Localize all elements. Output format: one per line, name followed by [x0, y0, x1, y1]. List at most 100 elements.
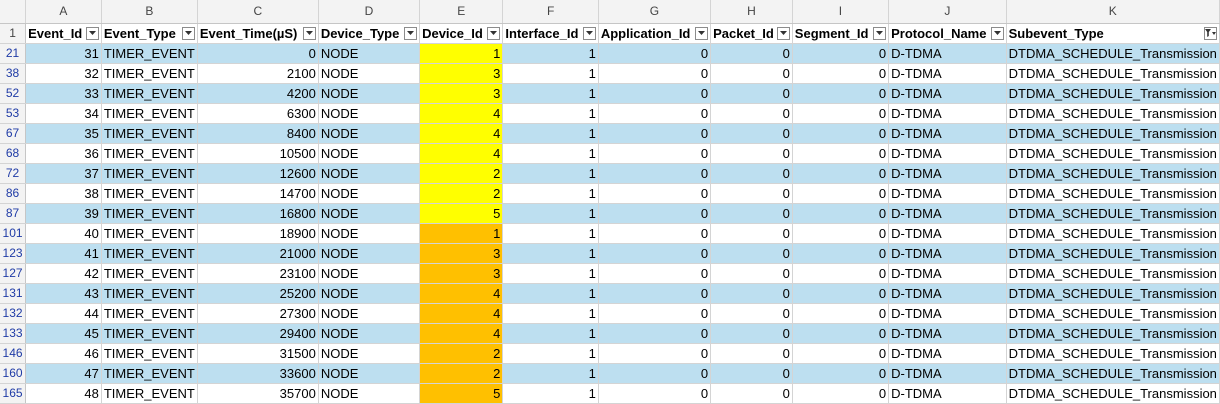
header-cell[interactable]: Application_Id [598, 23, 712, 44]
table-cell[interactable]: TIMER_EVENT [101, 203, 198, 224]
table-cell[interactable]: 0 [792, 323, 890, 344]
table-cell[interactable]: 0 [197, 43, 319, 64]
table-cell[interactable]: 4 [419, 303, 504, 324]
row-number[interactable]: 132 [0, 303, 27, 324]
table-cell[interactable]: NODE [318, 103, 421, 124]
table-cell[interactable]: DTDMA_SCHEDULE_Transmission [1006, 323, 1220, 344]
header-cell[interactable]: Event_Id [25, 23, 102, 44]
table-cell[interactable]: 16800 [197, 203, 319, 224]
table-cell[interactable]: 45 [25, 323, 102, 344]
table-cell[interactable]: 0 [598, 343, 712, 364]
table-cell[interactable]: NODE [318, 363, 421, 384]
table-cell[interactable]: 33600 [197, 363, 319, 384]
table-cell[interactable]: 27300 [197, 303, 319, 324]
table-cell[interactable]: 0 [792, 383, 890, 404]
table-cell[interactable]: 1 [419, 223, 504, 244]
table-cell[interactable]: NODE [318, 223, 421, 244]
table-cell[interactable]: 1 [502, 123, 599, 144]
table-cell[interactable]: NODE [318, 343, 421, 364]
table-cell[interactable]: 0 [792, 63, 890, 84]
table-cell[interactable]: NODE [318, 143, 421, 164]
table-cell[interactable]: 2 [419, 363, 504, 384]
filter-dropdown-icon[interactable] [85, 26, 99, 40]
table-cell[interactable]: D-TDMA [888, 323, 1007, 344]
table-cell[interactable]: DTDMA_SCHEDULE_Transmission [1006, 343, 1220, 364]
table-cell[interactable]: 0 [710, 123, 793, 144]
table-cell[interactable]: 0 [710, 243, 793, 264]
header-cell[interactable]: Interface_Id [502, 23, 599, 44]
table-cell[interactable]: D-TDMA [888, 203, 1007, 224]
row-number[interactable]: 87 [0, 203, 27, 224]
table-cell[interactable]: 40 [25, 223, 102, 244]
table-cell[interactable]: TIMER_EVENT [101, 43, 198, 64]
table-cell[interactable]: 0 [598, 283, 712, 304]
row-number[interactable]: 21 [0, 43, 27, 64]
table-cell[interactable]: DTDMA_SCHEDULE_Transmission [1006, 203, 1220, 224]
table-cell[interactable]: 0 [710, 203, 793, 224]
table-cell[interactable]: 0 [598, 163, 712, 184]
column-letter[interactable]: D [318, 0, 421, 24]
table-cell[interactable]: 1 [502, 83, 599, 104]
table-cell[interactable]: 0 [792, 263, 890, 284]
table-cell[interactable]: DTDMA_SCHEDULE_Transmission [1006, 83, 1220, 104]
table-cell[interactable]: 48 [25, 383, 102, 404]
table-cell[interactable]: 0 [710, 163, 793, 184]
table-cell[interactable]: 1 [502, 223, 599, 244]
table-cell[interactable]: 0 [598, 83, 712, 104]
header-cell[interactable]: Segment_Id [792, 23, 890, 44]
column-letter[interactable]: E [419, 0, 504, 24]
table-cell[interactable]: 0 [710, 303, 793, 324]
table-cell[interactable]: 0 [598, 363, 712, 384]
table-cell[interactable]: NODE [318, 83, 421, 104]
filter-dropdown-icon[interactable] [404, 26, 418, 40]
table-cell[interactable]: 36 [25, 143, 102, 164]
table-cell[interactable]: 3 [419, 63, 504, 84]
table-cell[interactable]: DTDMA_SCHEDULE_Transmission [1006, 143, 1220, 164]
table-cell[interactable]: 18900 [197, 223, 319, 244]
table-cell[interactable]: 1 [502, 263, 599, 284]
table-cell[interactable]: D-TDMA [888, 283, 1007, 304]
filter-dropdown-icon[interactable] [181, 26, 195, 40]
row-number[interactable]: 1 [0, 23, 27, 44]
table-cell[interactable]: 35 [25, 123, 102, 144]
table-cell[interactable]: 1 [502, 163, 599, 184]
table-cell[interactable]: 0 [710, 343, 793, 364]
table-cell[interactable]: DTDMA_SCHEDULE_Transmission [1006, 103, 1220, 124]
row-number[interactable]: 123 [0, 243, 27, 264]
table-cell[interactable]: 37 [25, 163, 102, 184]
header-cell[interactable]: Protocol_Name [888, 23, 1007, 44]
table-cell[interactable]: TIMER_EVENT [101, 163, 198, 184]
table-cell[interactable]: D-TDMA [888, 123, 1007, 144]
table-cell[interactable]: 3 [419, 83, 504, 104]
table-cell[interactable]: 43 [25, 283, 102, 304]
table-cell[interactable]: 0 [710, 103, 793, 124]
table-cell[interactable]: D-TDMA [888, 383, 1007, 404]
table-cell[interactable]: 6300 [197, 103, 319, 124]
table-cell[interactable]: 0 [792, 163, 890, 184]
table-cell[interactable]: D-TDMA [888, 143, 1007, 164]
table-cell[interactable]: 0 [792, 343, 890, 364]
table-cell[interactable]: 0 [598, 303, 712, 324]
table-cell[interactable]: NODE [318, 43, 421, 64]
table-cell[interactable]: DTDMA_SCHEDULE_Transmission [1006, 363, 1220, 384]
table-cell[interactable]: D-TDMA [888, 183, 1007, 204]
row-number[interactable]: 101 [0, 223, 27, 244]
table-cell[interactable]: 32 [25, 63, 102, 84]
table-cell[interactable]: D-TDMA [888, 343, 1007, 364]
table-cell[interactable]: NODE [318, 383, 421, 404]
table-cell[interactable]: 0 [710, 263, 793, 284]
filter-dropdown-icon[interactable] [776, 26, 790, 40]
row-number[interactable]: 133 [0, 323, 27, 344]
header-cell[interactable]: Subevent_Type [1006, 23, 1220, 44]
row-number[interactable]: 131 [0, 283, 27, 304]
table-cell[interactable]: 14700 [197, 183, 319, 204]
table-cell[interactable]: NODE [318, 163, 421, 184]
table-cell[interactable]: 0 [792, 303, 890, 324]
table-cell[interactable]: DTDMA_SCHEDULE_Transmission [1006, 383, 1220, 404]
table-cell[interactable]: DTDMA_SCHEDULE_Transmission [1006, 163, 1220, 184]
table-cell[interactable]: 5 [419, 203, 504, 224]
row-number[interactable]: 146 [0, 343, 27, 364]
table-cell[interactable]: TIMER_EVENT [101, 63, 198, 84]
table-cell[interactable]: TIMER_EVENT [101, 343, 198, 364]
row-number[interactable]: 53 [0, 103, 27, 124]
